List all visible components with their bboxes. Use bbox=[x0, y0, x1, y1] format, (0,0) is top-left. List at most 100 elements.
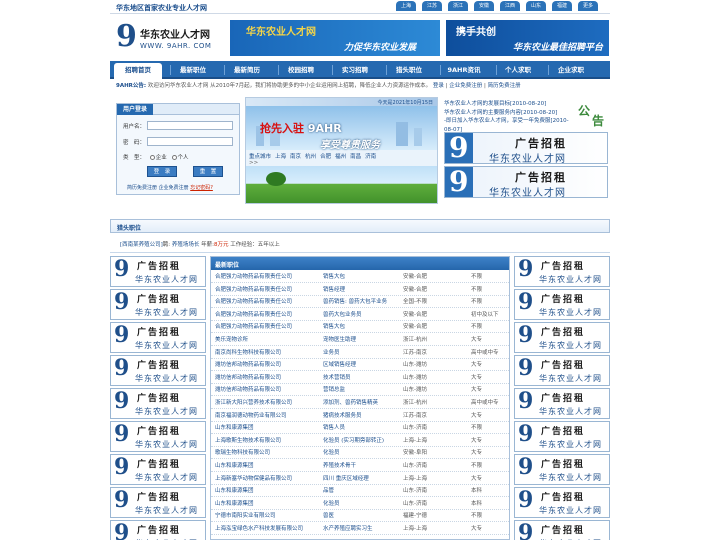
key-city-link[interactable]: 南昌 bbox=[350, 154, 361, 160]
nav-item[interactable]: 猎头职位 bbox=[386, 61, 432, 79]
ad-slot[interactable]: 9广告招租华东农业人才网 bbox=[514, 487, 610, 518]
job-title[interactable]: 猪病技术服务员 bbox=[323, 410, 403, 422]
ad-slot[interactable]: 9广告招租华东农业人才网 bbox=[514, 289, 610, 320]
job-title[interactable]: 销售大包 bbox=[323, 321, 403, 333]
headhunt-job-row[interactable]: [西南某养殖公司]聘: 养殖场场长 年薪:8万元 工作经验：五年以上 bbox=[120, 240, 280, 248]
banner-ad-2[interactable]: 携手共创 华东农业最佳招聘平台 bbox=[446, 20, 609, 56]
job-title[interactable]: 添加剂、兽药销售精英 bbox=[323, 397, 403, 409]
banner-ad-1[interactable]: 华东农业人才网 力促华东农业发展 bbox=[230, 20, 440, 56]
ad-slot[interactable]: 9广告招租华东农业人才网 bbox=[514, 322, 610, 353]
key-city-link[interactable]: 合肥 bbox=[320, 154, 331, 160]
job-company[interactable]: 合肥强力动物药品有限责任公司 bbox=[215, 309, 319, 321]
nav-item[interactable]: 企业求职 bbox=[548, 61, 594, 79]
job-company[interactable]: 山东和康源集团 bbox=[215, 422, 319, 434]
job-title[interactable]: 区域销售经理 bbox=[323, 359, 403, 371]
headhunt-company[interactable]: [西南某养殖公司] bbox=[120, 242, 163, 248]
job-row[interactable]: 上海泓宝绿色水产科技发展有限公司 水产养殖应聘实习生 上海-上海 大专 bbox=[211, 523, 509, 535]
ad-slot[interactable]: 9广告招租华东农业人才网 bbox=[514, 256, 610, 287]
job-row[interactable]: 潍坊信邦动物药品有限公司 区域销售经理 山东-潍坊 大专 bbox=[211, 359, 509, 372]
job-row[interactable]: 合肥强力动物药品有限责任公司 销售经理 安徽-合肥 不限 bbox=[211, 284, 509, 296]
nav-item[interactable]: 最新职位 bbox=[170, 61, 216, 79]
job-company[interactable]: 潍坊信邦动物药品有限公司 bbox=[215, 372, 319, 384]
promo-banner[interactable]: 今天是2021年10月15日 抢先入驻 9AHR 享受尊贵服务 重点城市 上海 南京… bbox=[245, 97, 438, 204]
ad-slot[interactable]: 9广告招租华东农业人才网 bbox=[514, 421, 610, 452]
nav-item[interactable]: 最新简历 bbox=[224, 61, 270, 79]
ad-slot[interactable]: 9广告招租华东农业人才网 bbox=[110, 322, 206, 353]
job-row[interactable]: 上海歌斯生物技术有限公司 化验员 (实习期旁部转正) 上海-上海 大专 bbox=[211, 435, 509, 447]
city-tab[interactable]: 浙江 bbox=[448, 1, 468, 11]
job-company[interactable]: 潍坊信邦动物药品有限公司 bbox=[215, 384, 319, 396]
key-city-link[interactable]: 福州 bbox=[335, 154, 346, 160]
job-company[interactable]: 山东和康源集团 bbox=[215, 498, 319, 510]
ad-slot[interactable]: 9广告招租华东农业人才网 bbox=[110, 355, 206, 386]
login-button[interactable]: 登 录 bbox=[147, 166, 177, 177]
job-row[interactable]: 山东和康源集团 养殖技术骨干 山东-济南 不限 bbox=[211, 460, 509, 472]
job-row[interactable]: 合肥强力动物药品有限责任公司 兽药销售: 兽药大包平业务 全国-不限 不限 bbox=[211, 296, 509, 309]
job-row[interactable]: 山东和康源集团 化验员 山东-济南 本科 bbox=[211, 498, 509, 510]
headhunt-job[interactable]: 养殖场场长 bbox=[172, 242, 200, 248]
job-row[interactable]: 合肥强力动物药品有限责任公司 兽药大包业务员 安徽-合肥 初中及以下 bbox=[211, 309, 509, 321]
job-title[interactable]: 业务员 bbox=[323, 347, 403, 359]
job-title[interactable]: 四川 重庆区域经理 bbox=[323, 473, 403, 485]
password-input[interactable] bbox=[147, 137, 233, 146]
ad-slot[interactable]: 9广告招租华东农业人才网 bbox=[110, 487, 206, 518]
city-tab[interactable]: 福建 bbox=[552, 1, 572, 11]
site-logo[interactable]: 9 华东农业人才网 WWW. 9AHR. COM bbox=[116, 20, 226, 58]
ad-slot[interactable]: 9广告招租华东农业人才网 bbox=[110, 289, 206, 320]
job-title[interactable]: 化验员 (实习期旁部转正) bbox=[323, 435, 403, 447]
job-company[interactable]: 歌瑞生物科技有限公司 bbox=[215, 447, 319, 459]
job-company[interactable]: 上海泓宝绿色水产科技发展有限公司 bbox=[215, 523, 319, 535]
news-item[interactable]: 华东农业人才网的主要服务内容[2010-08-20] bbox=[444, 109, 584, 118]
ad-slot-top[interactable]: 9 广告招租 华东农业人才网 bbox=[444, 166, 608, 198]
radio-person[interactable] bbox=[171, 155, 177, 160]
ad-slot[interactable]: 9广告招租华东农业人才网 bbox=[110, 421, 206, 452]
job-company[interactable]: 潍坊信邦动物药品有限公司 bbox=[215, 359, 319, 371]
nav-item[interactable]: 校园招聘 bbox=[278, 61, 324, 79]
ad-slot[interactable]: 9广告招租华东农业人才网 bbox=[514, 355, 610, 386]
nav-item[interactable]: 个人求职 bbox=[496, 61, 540, 79]
job-row[interactable]: 南京福润德动物药业有限公司 猪病技术服务员 江苏-南京 大专 bbox=[211, 410, 509, 422]
job-title[interactable]: 销售经理 bbox=[323, 284, 403, 296]
job-title[interactable]: 技术营销员 bbox=[323, 372, 403, 384]
job-company[interactable]: 合肥强力动物药品有限责任公司 bbox=[215, 284, 319, 296]
job-company[interactable]: 合肥强力动物药品有限责任公司 bbox=[215, 271, 319, 283]
job-row[interactable]: 美乐宠物诊所 宠物医生助理 浙江-杭州 大专 bbox=[211, 334, 509, 346]
ad-slot[interactable]: 9广告招租华东农业人才网 bbox=[514, 388, 610, 419]
job-title[interactable]: 销售大包 bbox=[323, 271, 403, 283]
ad-slot[interactable]: 9广告招租华东农业人才网 bbox=[110, 520, 206, 540]
key-city-link[interactable]: 杭州 bbox=[305, 154, 316, 160]
job-company[interactable]: 山东和康源集团 bbox=[215, 460, 319, 472]
job-title[interactable]: 销售人员 bbox=[323, 422, 403, 434]
ad-slot[interactable]: 9广告招租华东农业人才网 bbox=[110, 256, 206, 287]
notice-login-link[interactable]: 登录 bbox=[433, 83, 444, 89]
reset-button[interactable]: 重 置 bbox=[193, 166, 223, 177]
job-row[interactable]: 歌瑞生物科技有限公司 化验员 安徽-阜阳 大专 bbox=[211, 447, 509, 460]
username-input[interactable] bbox=[147, 121, 233, 130]
city-tab[interactable]: 江苏 bbox=[422, 1, 442, 11]
job-title[interactable]: 品管 bbox=[323, 485, 403, 497]
job-row[interactable]: 潍坊信邦动物药品有限公司 营销总监 山东-潍坊 大专 bbox=[211, 384, 509, 397]
job-company[interactable]: 上海歌斯生物技术有限公司 bbox=[215, 435, 319, 447]
job-row[interactable]: 宁德市南阳实业有限公司 兽医 福建-宁德 不限 bbox=[211, 510, 509, 523]
nav-item[interactable]: 9AHR资讯 bbox=[440, 61, 488, 79]
job-company[interactable]: 浙江新大阳兴营养技术有限公司 bbox=[215, 397, 319, 409]
ad-slot[interactable]: 9广告招租华东农业人才网 bbox=[514, 454, 610, 485]
job-title[interactable]: 养殖技术骨干 bbox=[323, 460, 403, 472]
job-company[interactable]: 山东和康源集团 bbox=[215, 485, 319, 497]
job-company[interactable]: 上海新塞华动物保健品有限公司 bbox=[215, 473, 319, 485]
radio-company[interactable] bbox=[149, 155, 155, 160]
city-tab[interactable]: 上海 bbox=[396, 1, 416, 11]
city-tab[interactable]: 更多 bbox=[578, 1, 598, 11]
key-city-link[interactable]: 济南 bbox=[365, 154, 376, 160]
job-company[interactable]: 美乐宠物诊所 bbox=[215, 334, 319, 346]
city-tab[interactable]: 江西 bbox=[500, 1, 520, 11]
news-item[interactable]: 华东农业人才网的发展目标[2010-08-20] bbox=[444, 100, 584, 109]
job-row[interactable]: 潍坊信邦动物药品有限公司 技术营销员 山东-潍坊 大专 bbox=[211, 372, 509, 384]
job-row[interactable]: 南京尚科生物科技有限公司 业务员 江苏-南京 高中或中专 bbox=[211, 347, 509, 359]
city-tab[interactable]: 安徽 bbox=[474, 1, 494, 11]
job-title[interactable]: 水产养殖应聘实习生 bbox=[323, 523, 403, 535]
nav-item[interactable]: 实习招聘 bbox=[332, 61, 378, 79]
job-title[interactable]: 兽药销售: 兽药大包平业务 bbox=[323, 296, 403, 308]
job-company[interactable]: 合肥强力动物药品有限责任公司 bbox=[215, 321, 319, 333]
key-city-link[interactable]: 南京 bbox=[290, 154, 301, 160]
